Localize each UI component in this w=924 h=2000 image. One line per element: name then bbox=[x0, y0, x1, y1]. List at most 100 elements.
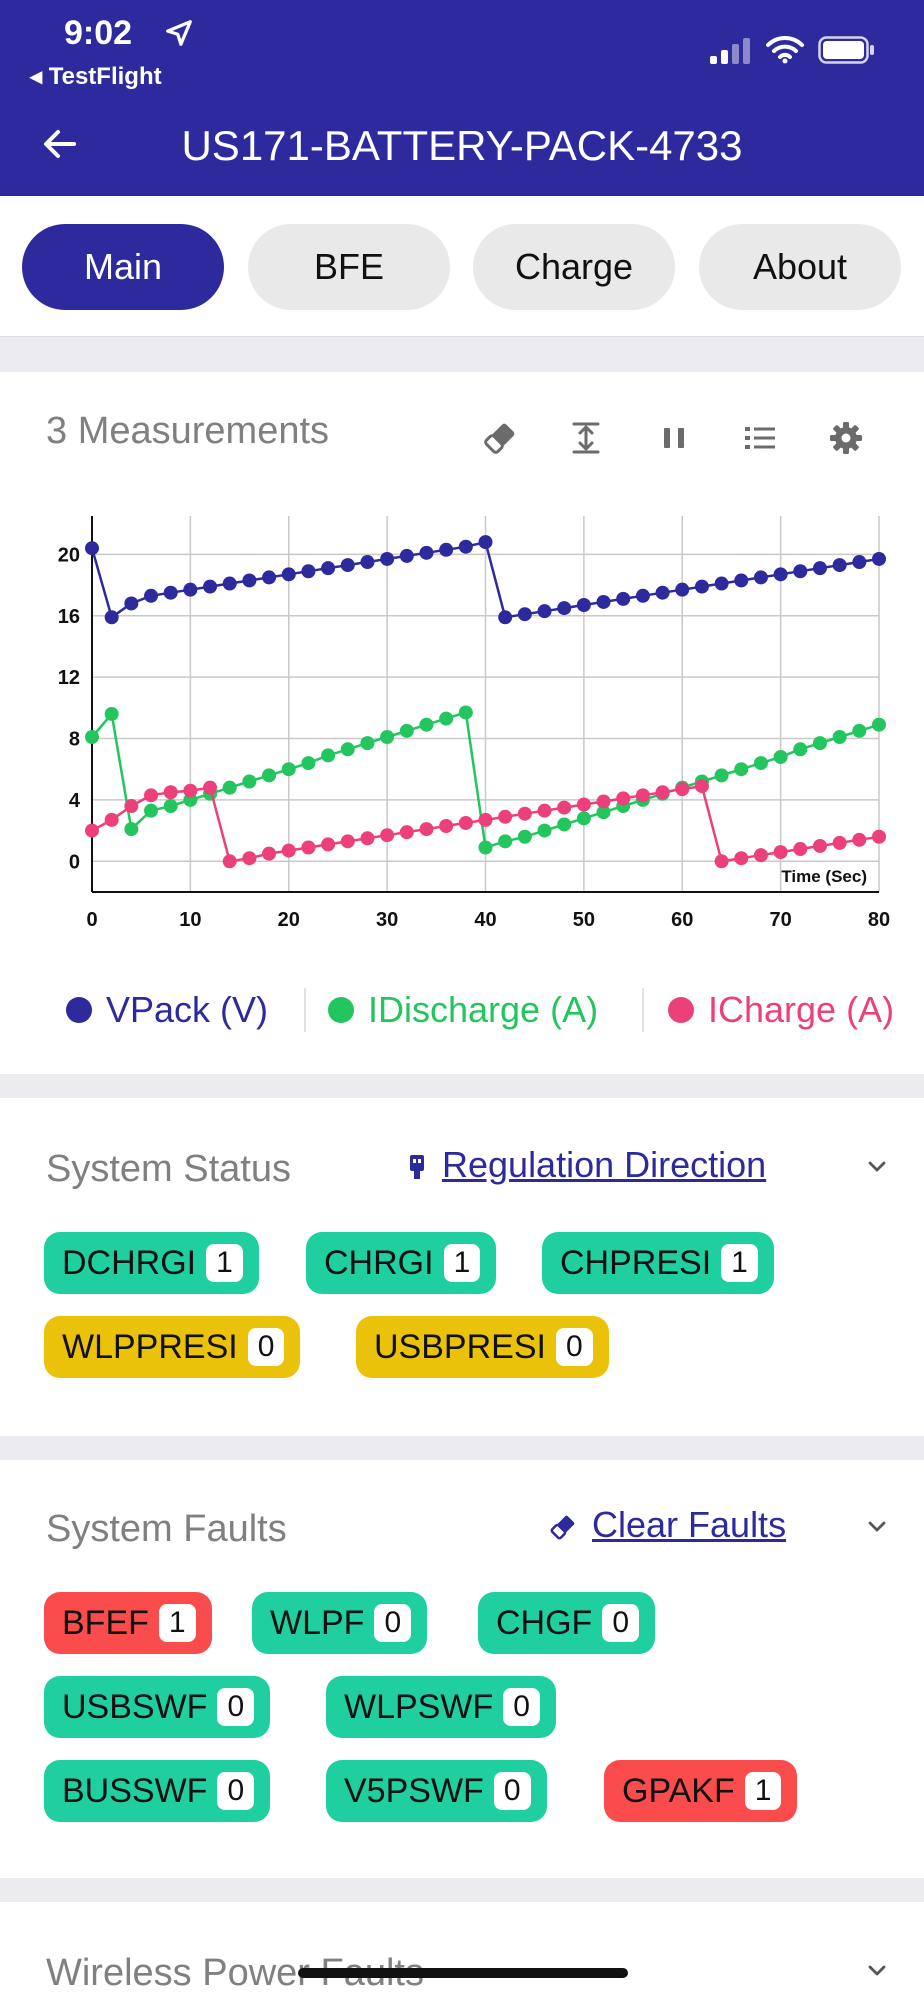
series-point bbox=[321, 837, 336, 852]
series-point bbox=[734, 573, 749, 588]
measurements-title: 3 Measurements bbox=[46, 410, 330, 452]
page-title: US171-BATTERY-PACK-4733 bbox=[181, 122, 743, 169]
series-point bbox=[635, 588, 650, 603]
x-tick-label: 40 bbox=[474, 909, 496, 931]
list-icon[interactable] bbox=[740, 418, 780, 458]
gear-icon[interactable] bbox=[826, 418, 866, 458]
series-point bbox=[616, 591, 631, 606]
clear-faults-link[interactable]: Clear Faults bbox=[592, 1504, 786, 1546]
legend-label-vpack: VPack (V) bbox=[106, 989, 269, 1030]
fault-chip-chgf: CHGF 0 bbox=[478, 1592, 656, 1654]
series-point bbox=[222, 576, 237, 591]
chip-value: 0 bbox=[217, 1772, 255, 1810]
series-point bbox=[222, 854, 237, 869]
series-point bbox=[321, 561, 336, 576]
status-chip-chpresi: CHPRESI 1 bbox=[542, 1232, 774, 1294]
tab-about[interactable]: About bbox=[699, 224, 901, 310]
x-tick-label: 30 bbox=[376, 909, 398, 931]
series-point bbox=[576, 598, 591, 613]
series-point bbox=[714, 576, 729, 591]
tab-bfe[interactable]: BFE bbox=[248, 224, 450, 310]
series-point bbox=[714, 854, 729, 869]
fault-chip-bfef: BFEF 1 bbox=[44, 1592, 212, 1654]
chip-value: 1 bbox=[158, 1604, 196, 1642]
series-point bbox=[753, 570, 768, 585]
series-point bbox=[222, 780, 237, 795]
series-point bbox=[812, 561, 827, 576]
series-point bbox=[517, 806, 532, 821]
series-point bbox=[773, 749, 788, 764]
y-tick-label: 8 bbox=[69, 729, 80, 751]
series-point bbox=[832, 558, 847, 573]
wifi-icon bbox=[766, 35, 804, 64]
series-point bbox=[380, 828, 395, 843]
legend-item-icharge[interactable]: ICharge (A) bbox=[668, 985, 894, 1035]
series-point bbox=[498, 834, 513, 849]
fault-chip-wlpswf: WLPSWF 0 bbox=[326, 1676, 556, 1738]
series-point bbox=[85, 729, 99, 744]
measurements-chart[interactable]: 0 10 20 30 40 50 60 70 80 0 4 8 12 16 20 Time (Sec) bbox=[0, 500, 924, 940]
series-point bbox=[360, 736, 375, 751]
x-tick-label: 70 bbox=[770, 909, 792, 931]
series-point bbox=[793, 564, 808, 579]
series-point bbox=[655, 785, 670, 800]
series-point bbox=[419, 717, 434, 732]
fault-chip-wlpf: WLPF 0 bbox=[252, 1592, 428, 1654]
series-point bbox=[262, 570, 277, 585]
legend-item-vpack[interactable]: VPack (V) bbox=[66, 985, 268, 1035]
legend-item-idischarge[interactable]: IDischarge (A) bbox=[328, 985, 598, 1035]
legend-divider bbox=[642, 988, 644, 1032]
series-point bbox=[301, 840, 316, 855]
chip-label: CHGF bbox=[496, 1603, 593, 1642]
series-point bbox=[714, 768, 729, 783]
series-point bbox=[340, 558, 355, 573]
regulation-direction-link[interactable]: Regulation Direction bbox=[442, 1144, 766, 1186]
status-chip-wlppresi: WLPPRESI 0 bbox=[44, 1316, 301, 1378]
series-point bbox=[734, 762, 749, 777]
location-arrow-icon bbox=[166, 20, 192, 46]
series-point bbox=[852, 723, 867, 738]
series-point bbox=[576, 797, 591, 812]
series-point bbox=[635, 788, 650, 803]
back-app-label: TestFlight bbox=[48, 63, 162, 90]
series-point bbox=[478, 812, 493, 827]
series-point bbox=[163, 799, 178, 814]
series-point bbox=[734, 851, 749, 866]
pause-icon[interactable] bbox=[654, 418, 694, 458]
chevron-down-icon[interactable] bbox=[862, 1956, 892, 1986]
chip-value: 1 bbox=[744, 1772, 782, 1810]
fault-chip-usbswf: USBSWF 0 bbox=[44, 1676, 271, 1738]
legend-dot-idischarge bbox=[328, 997, 354, 1023]
tab-main[interactable]: Main bbox=[22, 224, 224, 310]
series-point bbox=[852, 832, 867, 847]
eraser-icon[interactable] bbox=[480, 418, 520, 458]
chevron-down-icon[interactable] bbox=[862, 1152, 892, 1182]
series-point bbox=[773, 845, 788, 860]
usb-plug-icon bbox=[410, 1155, 424, 1179]
chevron-down-icon[interactable] bbox=[862, 1512, 892, 1542]
status-chip-chrgi: CHRGI 1 bbox=[306, 1232, 497, 1294]
series-point bbox=[124, 799, 139, 814]
back-to-app-link[interactable]: ◂ TestFlight bbox=[30, 62, 162, 91]
fit-height-icon[interactable] bbox=[566, 418, 606, 458]
legend-dot-vpack bbox=[66, 997, 92, 1023]
home-indicator bbox=[298, 1968, 628, 1978]
series-point bbox=[104, 706, 119, 721]
series-point bbox=[380, 551, 395, 566]
chip-label: USBSWF bbox=[62, 1687, 208, 1726]
cellular-signal-icon bbox=[710, 38, 750, 64]
series-point bbox=[596, 594, 611, 609]
chip-value: 0 bbox=[217, 1688, 255, 1726]
series-point bbox=[399, 548, 414, 563]
tab-charge[interactable]: Charge bbox=[473, 224, 675, 310]
series-point bbox=[104, 610, 119, 625]
chip-label: CHPRESI bbox=[560, 1243, 712, 1282]
series-point bbox=[203, 780, 218, 795]
chip-label: WLPPRESI bbox=[62, 1327, 238, 1366]
series-point bbox=[163, 785, 178, 800]
chip-label: BUSSWF bbox=[62, 1771, 208, 1810]
chip-value: 0 bbox=[374, 1604, 412, 1642]
series-point bbox=[301, 564, 316, 579]
y-tick-label: 0 bbox=[69, 851, 80, 873]
system-status-title: System Status bbox=[46, 1148, 291, 1190]
